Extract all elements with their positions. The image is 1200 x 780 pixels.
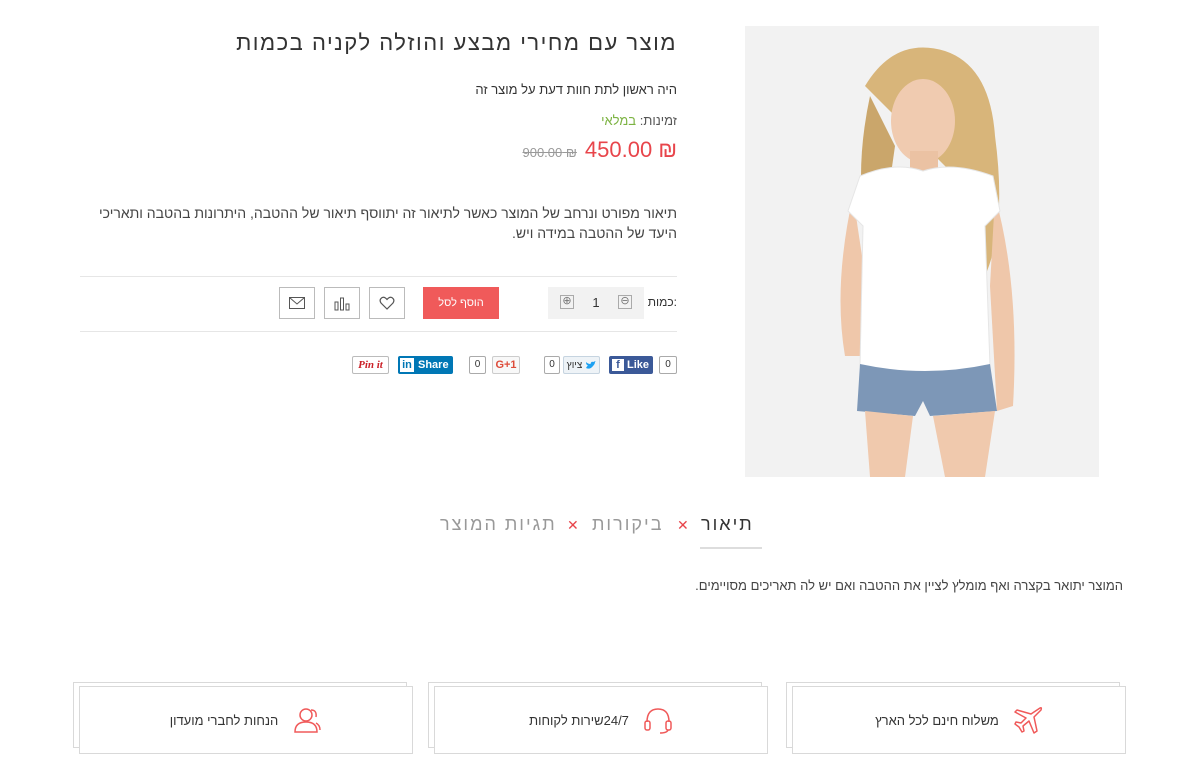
linkedin-icon: in	[400, 358, 414, 372]
feature-label: משלוח חינם לכל הארץ	[875, 712, 999, 728]
product-tabs: תיאור ✕ ביקורות ✕ תגיות המוצר	[0, 514, 1200, 554]
pinterest-button[interactable]: Pin it	[352, 356, 389, 374]
email-button[interactable]	[279, 287, 315, 319]
bar-chart-icon	[334, 297, 350, 311]
product-description: תיאור מפורט ונרחב של המוצר כאשר לתיאור ז…	[99, 205, 677, 241]
users-icon	[294, 708, 322, 733]
headset-icon	[644, 708, 672, 734]
twitter-bird-icon	[586, 360, 597, 369]
add-to-cart-button[interactable]: הוסף לסל	[423, 287, 499, 319]
twitter-tweet-button[interactable]: ציוץ	[563, 356, 600, 374]
compare-button[interactable]	[324, 287, 360, 319]
feature-label: 24/7שירות לקוחות	[529, 712, 629, 728]
price-old: ₪ 900.00	[522, 145, 577, 160]
quantity-label: כמות:	[647, 295, 677, 309]
price-row: ₪ 450.00 ₪ 900.00	[80, 137, 677, 163]
tab-description[interactable]: תיאור	[701, 514, 754, 535]
active-tab-underline	[700, 547, 762, 549]
feature-customer-service: 24/7שירות לקוחות	[428, 682, 768, 754]
twitter-label: ציוץ	[566, 359, 583, 371]
heart-icon	[379, 296, 395, 310]
gplus-button[interactable]: G+1	[492, 356, 520, 374]
quantity-minus-button[interactable]: ⊖	[618, 295, 632, 309]
airplane-icon	[1014, 707, 1042, 734]
action-bar: כמות: ⊖ 1 ⊕ הוסף לסל	[80, 276, 677, 332]
envelope-icon	[289, 297, 305, 309]
gplus-count: 0	[469, 356, 486, 374]
feature-label: הנחות לחברי מועדון	[169, 712, 279, 728]
wishlist-button[interactable]	[369, 287, 405, 319]
tab-reviews[interactable]: ביקורות	[592, 514, 663, 535]
availability: זמינות: במלאי	[80, 113, 677, 128]
linkedin-label: Share	[418, 359, 449, 371]
facebook-like-button[interactable]: f Like	[609, 356, 653, 374]
product-title: מוצר עם מחירי מבצע והוזלה לקניה בכמות	[236, 30, 677, 55]
availability-value: במלאי	[601, 113, 637, 128]
product-image	[745, 26, 1099, 477]
feature-free-shipping: משלוח חינם לכל הארץ	[786, 682, 1126, 754]
quantity-stepper: ⊖ 1 ⊕	[548, 287, 644, 319]
pinterest-label: Pin it	[358, 359, 383, 371]
product-info: מוצר עם מחירי מבצע והוזלה לקניה בכמות הי…	[80, 26, 677, 243]
tab-content: המוצר יתואר בקצרה ואף מומלץ לציין את ההט…	[695, 578, 1123, 593]
first-review-link[interactable]: היה ראשון לתת חוות דעת על מוצר זה	[475, 82, 677, 97]
quantity-plus-button[interactable]: ⊕	[560, 295, 574, 309]
availability-label: זמינות:	[639, 113, 677, 128]
facebook-icon: f	[612, 359, 624, 371]
facebook-count: 0	[659, 356, 677, 374]
feature-member-discounts: הנחות לחברי מועדון	[73, 682, 413, 754]
tab-tags[interactable]: תגיות המוצר	[440, 514, 557, 535]
tab-separator-icon: ✕	[567, 517, 579, 533]
linkedin-share-button[interactable]: in Share	[398, 356, 453, 374]
facebook-label: Like	[627, 359, 650, 371]
tab-separator-icon: ✕	[677, 517, 689, 533]
quantity-input[interactable]: 1	[588, 295, 604, 310]
gplus-label: G+1	[495, 359, 517, 371]
twitter-count: 0	[544, 356, 560, 374]
price-new: ₪ 450.00	[584, 137, 677, 162]
